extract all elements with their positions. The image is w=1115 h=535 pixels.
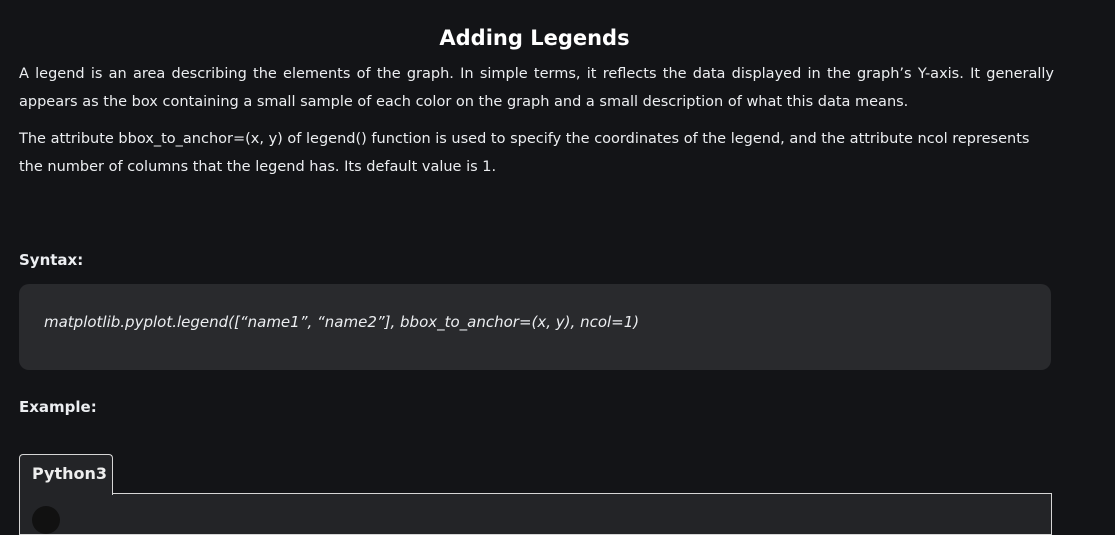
bbox-paragraph: The attribute bbox_to_anchor=(x, y) of l… bbox=[19, 131, 1030, 175]
syntax-code: matplotlib.pyplot.legend([“name1”, “name… bbox=[44, 313, 640, 331]
tab-label: Python3 bbox=[32, 464, 108, 483]
page-title: Adding Legends bbox=[439, 26, 630, 50]
run-button-icon[interactable] bbox=[32, 506, 60, 534]
code-panel bbox=[19, 493, 1052, 535]
example-label: Example: bbox=[19, 398, 97, 416]
syntax-label: Syntax: bbox=[19, 251, 84, 269]
syntax-code-block: matplotlib.pyplot.legend([“name1”, “name… bbox=[19, 284, 1051, 370]
intro-paragraph: A legend is an area describing the eleme… bbox=[19, 66, 1054, 110]
tab-python3[interactable]: Python3 bbox=[19, 454, 113, 495]
